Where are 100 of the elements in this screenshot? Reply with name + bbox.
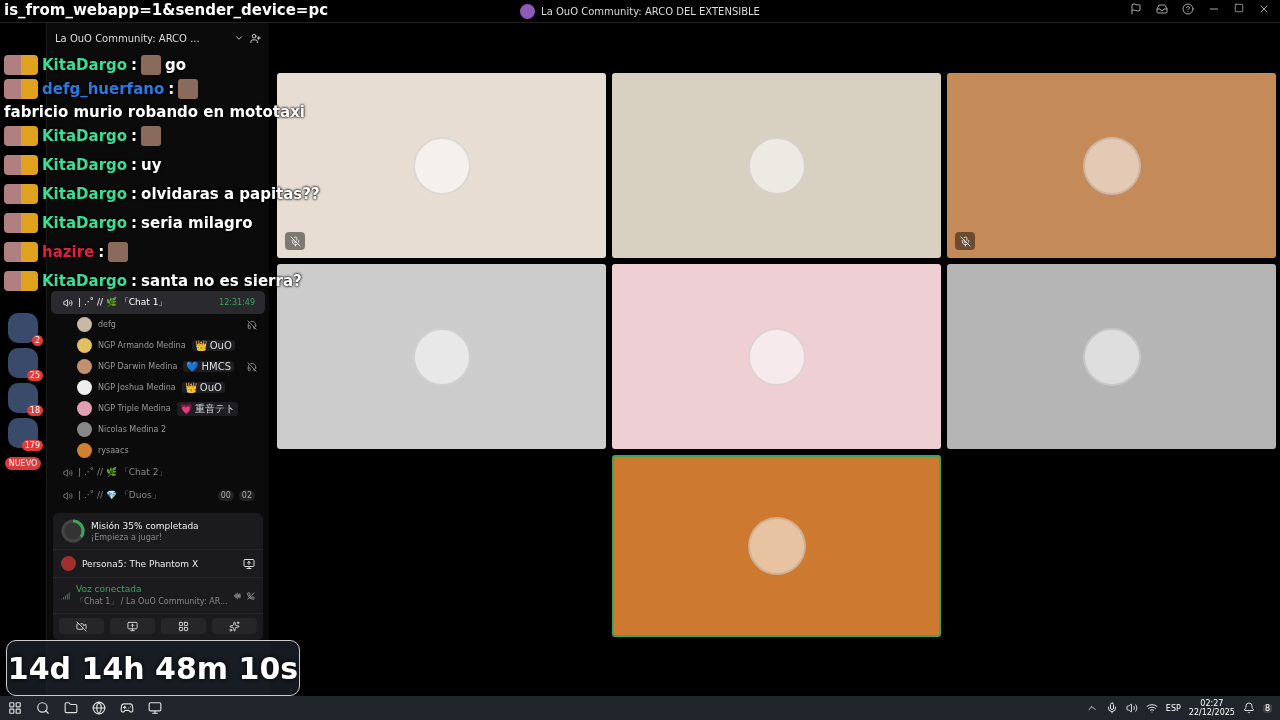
avatar bbox=[4, 270, 38, 291]
avatar bbox=[4, 79, 38, 99]
mission-title: Misión 35% completada bbox=[91, 520, 200, 531]
user-tag: 👑 OuO bbox=[191, 340, 235, 351]
chat-username: KitaDargo bbox=[42, 126, 128, 145]
server-icon bbox=[520, 3, 536, 19]
voice-user-name[interactable]: defg bbox=[98, 320, 116, 329]
server-header[interactable]: La OuO Community: ARCO ... bbox=[47, 27, 269, 49]
window-title: La OuO Community: ARCO DEL EXTENSIBLE bbox=[541, 5, 760, 17]
browser-icon[interactable] bbox=[92, 701, 106, 715]
url-overlay: is_from_webapp=1&sender_device=pc bbox=[4, 1, 329, 19]
monitor-icon[interactable] bbox=[148, 701, 162, 715]
chat-username: KitaDargo bbox=[42, 184, 128, 203]
chat-separator: : bbox=[131, 271, 138, 290]
chat-separator: : bbox=[98, 242, 105, 261]
gamepad-icon[interactable] bbox=[120, 701, 134, 715]
user-tag: 👑 OuO bbox=[181, 382, 225, 393]
invite-icon[interactable] bbox=[250, 32, 261, 44]
participant-tile[interactable] bbox=[612, 73, 941, 258]
user-count: 00 bbox=[217, 490, 234, 501]
channel-timer: 12:31:49 bbox=[219, 298, 255, 307]
language-indicator[interactable]: ESP bbox=[1165, 703, 1181, 713]
camera-off-icon bbox=[76, 620, 87, 632]
chat-username: KitaDargo bbox=[42, 155, 128, 174]
chat-separator: : bbox=[131, 55, 138, 74]
avatar bbox=[4, 241, 38, 262]
avatar bbox=[4, 54, 38, 75]
chat-separator: : bbox=[131, 126, 138, 145]
mission-progress-ring bbox=[61, 519, 85, 543]
mention-badge: 179 bbox=[21, 440, 43, 451]
maximize-icon[interactable] bbox=[1234, 3, 1244, 13]
avatar bbox=[77, 380, 92, 395]
network-icon[interactable] bbox=[1145, 702, 1158, 714]
chat-username: KitaDargo bbox=[42, 55, 128, 74]
stream-icon[interactable] bbox=[243, 557, 255, 570]
screen-share-icon bbox=[127, 620, 138, 632]
voice-user-name[interactable]: rysaacs bbox=[98, 446, 129, 455]
disconnect-icon[interactable] bbox=[247, 589, 255, 602]
voice-user-name[interactable]: NGP Armando Medina bbox=[98, 341, 186, 350]
clock[interactable]: 02:27 22/12/2025 bbox=[1188, 699, 1235, 717]
mic-icon[interactable] bbox=[1105, 702, 1118, 714]
avatar bbox=[77, 338, 92, 353]
avatar bbox=[4, 183, 38, 204]
chat-text: seria milagro bbox=[141, 213, 253, 232]
voice-user-name[interactable]: NGP Triple Medina bbox=[98, 404, 171, 413]
start-icon[interactable] bbox=[8, 701, 22, 715]
avatar bbox=[77, 359, 92, 374]
avatar bbox=[4, 125, 38, 146]
voice-channel: 「Chat 1」 / La OuO Community: AR... bbox=[76, 596, 228, 607]
grid-icon bbox=[178, 620, 189, 632]
mention-badge: 2 bbox=[31, 335, 43, 346]
chevron-icon bbox=[234, 33, 244, 43]
user-count: 02 bbox=[238, 490, 255, 501]
camera-button[interactable] bbox=[59, 618, 104, 634]
chat-text: uy bbox=[141, 155, 162, 174]
voice-channel-item[interactable]: | .·˚ // 🌿 「Chat 1」 12:31:49 bbox=[51, 291, 265, 314]
avatar bbox=[77, 422, 92, 437]
chat-username: hazire bbox=[42, 242, 95, 261]
help-icon[interactable] bbox=[1182, 3, 1194, 15]
avatar bbox=[4, 154, 38, 175]
server-icon[interactable] bbox=[8, 383, 38, 413]
chat-separator: : bbox=[131, 213, 138, 232]
chat-separator: : bbox=[131, 184, 138, 203]
server-icon[interactable] bbox=[8, 348, 38, 378]
effects-button[interactable] bbox=[212, 618, 257, 634]
activities-button[interactable] bbox=[161, 618, 206, 634]
server-icon[interactable] bbox=[8, 418, 38, 448]
folder-icon[interactable] bbox=[64, 701, 78, 715]
chat-username: KitaDargo bbox=[42, 213, 128, 232]
notification-icon[interactable] bbox=[1242, 702, 1255, 714]
voice-user-name[interactable]: NGP Joshua Medina bbox=[98, 383, 176, 392]
voice-channel-item[interactable]: | .·˚ // 💎 「Duos」 00 02 bbox=[51, 484, 265, 507]
chat-username: KitaDargo bbox=[42, 271, 128, 290]
sparkles-icon bbox=[229, 620, 240, 632]
avatar bbox=[77, 443, 92, 458]
game-title: Persona5: The Phantom X bbox=[82, 558, 200, 569]
mission-subtitle: ¡Empieza a jugar! bbox=[91, 532, 164, 542]
user-tag: 💙 HMCS bbox=[183, 361, 235, 372]
chat-separator: : bbox=[168, 80, 175, 98]
speaker-icon bbox=[63, 297, 73, 308]
participant-tile[interactable] bbox=[612, 264, 941, 449]
chat-text: go bbox=[165, 55, 187, 74]
participant-tile[interactable] bbox=[947, 264, 1276, 449]
speaker-icon bbox=[63, 467, 73, 478]
participant-tile[interactable] bbox=[612, 455, 941, 637]
screen-share-button[interactable] bbox=[110, 618, 155, 634]
avatar bbox=[77, 317, 92, 332]
participant-tile[interactable] bbox=[947, 73, 1276, 258]
timer-overlay: 14d 14h 48m 10s bbox=[6, 640, 300, 696]
voice-channel-item[interactable]: | .·˚ // 🌿 「Chat 2」 bbox=[51, 461, 265, 484]
voice-status: Voz conectada bbox=[76, 584, 143, 594]
close-icon[interactable] bbox=[1258, 3, 1270, 15]
new-pill: NUEVO bbox=[4, 457, 42, 470]
flag-icon[interactable] bbox=[1130, 3, 1142, 15]
search-icon[interactable] bbox=[36, 701, 50, 715]
volume-icon[interactable] bbox=[1125, 702, 1138, 714]
voice-user-name[interactable]: Nicolas Medina 2 bbox=[98, 425, 167, 434]
speaker-icon bbox=[63, 490, 73, 501]
voice-user-name[interactable]: NGP Darwin Medina bbox=[98, 362, 178, 371]
inbox-icon[interactable] bbox=[1156, 3, 1168, 15]
